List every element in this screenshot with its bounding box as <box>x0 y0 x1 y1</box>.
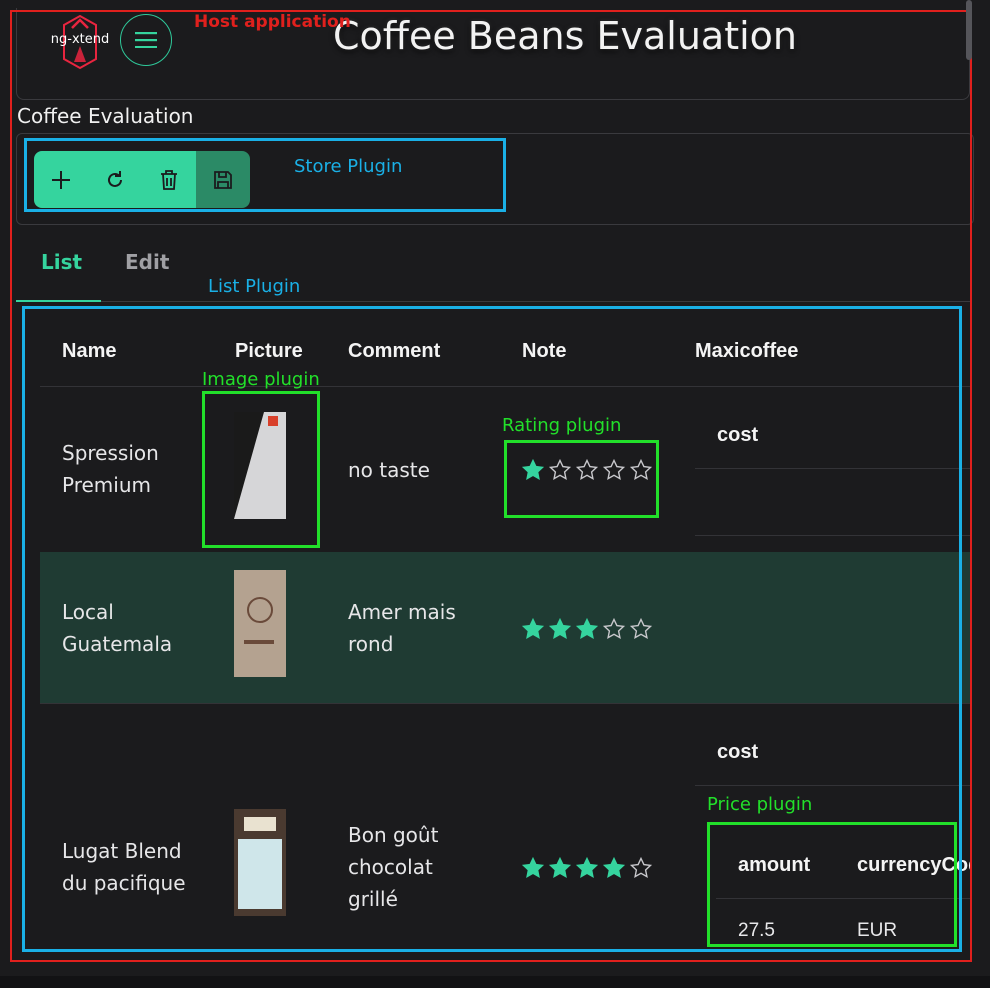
star-filled-icon[interactable] <box>548 617 572 641</box>
cost-divider <box>695 535 970 536</box>
star-rating[interactable] <box>521 617 653 641</box>
coffee-picture[interactable] <box>234 809 286 916</box>
table-row[interactable] <box>40 552 970 703</box>
comment-line: rond <box>348 632 394 656</box>
tab-divider <box>16 301 970 302</box>
cost-divider <box>695 468 970 469</box>
comment-line: no taste <box>348 458 430 482</box>
star-rating[interactable] <box>521 856 653 880</box>
star-filled-icon[interactable] <box>521 617 545 641</box>
star-filled-icon[interactable] <box>521 458 545 482</box>
column-header-name[interactable]: Name <box>62 340 116 363</box>
star-filled-icon[interactable] <box>575 856 599 880</box>
price-header-currency: currencyCode <box>857 854 970 876</box>
star-empty-icon[interactable] <box>548 458 572 482</box>
coffee-bag-image <box>234 570 286 677</box>
star-filled-icon[interactable] <box>521 856 545 880</box>
logo-text: ng-xtend <box>50 32 110 47</box>
bottom-bar <box>0 976 990 988</box>
price-header-amount: amount <box>738 854 811 876</box>
refresh-icon <box>108 170 122 187</box>
star-rating[interactable] <box>521 458 653 482</box>
coffee-picture[interactable] <box>234 570 286 677</box>
cost-header: cost <box>717 741 759 763</box>
price-amount: 27.5 <box>738 920 775 941</box>
name-line: Spression <box>62 441 159 465</box>
cell-name: Spression Premium <box>62 437 159 501</box>
menu-button[interactable] <box>120 14 172 66</box>
trash-icon <box>161 169 177 190</box>
column-header-note[interactable]: Note <box>522 340 566 363</box>
star-filled-icon[interactable] <box>548 856 572 880</box>
save-icon <box>214 170 232 189</box>
comment-line: chocolat <box>348 855 433 879</box>
cell-comment: Amer mais rond <box>348 596 456 660</box>
coffee-bag-image <box>234 809 286 916</box>
table-row[interactable] <box>40 704 970 954</box>
star-empty-icon[interactable] <box>575 458 599 482</box>
save-button[interactable] <box>196 151 250 208</box>
cell-comment: Bon goût chocolat grillé <box>348 819 438 915</box>
comment-line: grillé <box>348 887 398 911</box>
price-divider <box>716 898 970 899</box>
tab-list[interactable]: List <box>41 250 82 274</box>
delete-button[interactable] <box>142 151 196 208</box>
add-button[interactable] <box>34 151 88 208</box>
refresh-button[interactable] <box>88 151 142 208</box>
star-empty-icon[interactable] <box>629 458 653 482</box>
cell-name: Lugat Blend du pacifique <box>62 835 186 899</box>
app-logo: ng-xtend <box>44 14 116 70</box>
tab-edit[interactable]: Edit <box>125 250 169 274</box>
image-plugin-label: Image plugin <box>202 369 320 390</box>
price-plugin-label: Price plugin <box>707 794 813 815</box>
plus-icon <box>52 170 70 189</box>
star-empty-icon[interactable] <box>629 617 653 641</box>
price-currency: EUR <box>857 920 898 941</box>
cost-header: cost <box>717 424 759 446</box>
cell-name: Local Guatemala <box>62 596 172 660</box>
column-header-maxicoffee[interactable]: Maxicoffee <box>695 340 798 363</box>
comment-line: Bon goût <box>348 823 439 847</box>
active-tab-indicator <box>16 300 101 302</box>
cost-divider <box>695 785 970 786</box>
star-empty-icon[interactable] <box>602 458 626 482</box>
list-plugin-label: List Plugin <box>208 276 301 297</box>
page-title: Coffee Beans Evaluation <box>333 14 797 58</box>
cell-comment: no taste <box>348 454 430 486</box>
name-line: du pacifique <box>62 871 186 895</box>
store-plugin-label: Store Plugin <box>294 156 403 177</box>
host-application-label: Host application <box>194 12 351 32</box>
name-line: Lugat Blend <box>62 839 182 863</box>
rating-plugin-label: Rating plugin <box>502 415 622 436</box>
column-header-comment[interactable]: Comment <box>348 340 440 363</box>
table-row[interactable] <box>40 387 970 552</box>
star-filled-icon[interactable] <box>575 617 599 641</box>
name-line: Guatemala <box>62 632 173 656</box>
coffee-bag-image <box>234 412 286 519</box>
hamburger-icon <box>135 32 157 48</box>
coffee-picture[interactable] <box>234 412 286 519</box>
star-filled-icon[interactable] <box>602 856 626 880</box>
star-empty-icon[interactable] <box>602 617 626 641</box>
name-line: Premium <box>62 473 151 497</box>
section-title: Coffee Evaluation <box>17 104 194 128</box>
star-empty-icon[interactable] <box>629 856 653 880</box>
comment-line: Amer mais <box>348 600 456 624</box>
column-header-picture[interactable]: Picture <box>235 340 303 363</box>
name-line: Local <box>62 600 114 624</box>
scrollbar-thumb[interactable] <box>966 0 972 60</box>
